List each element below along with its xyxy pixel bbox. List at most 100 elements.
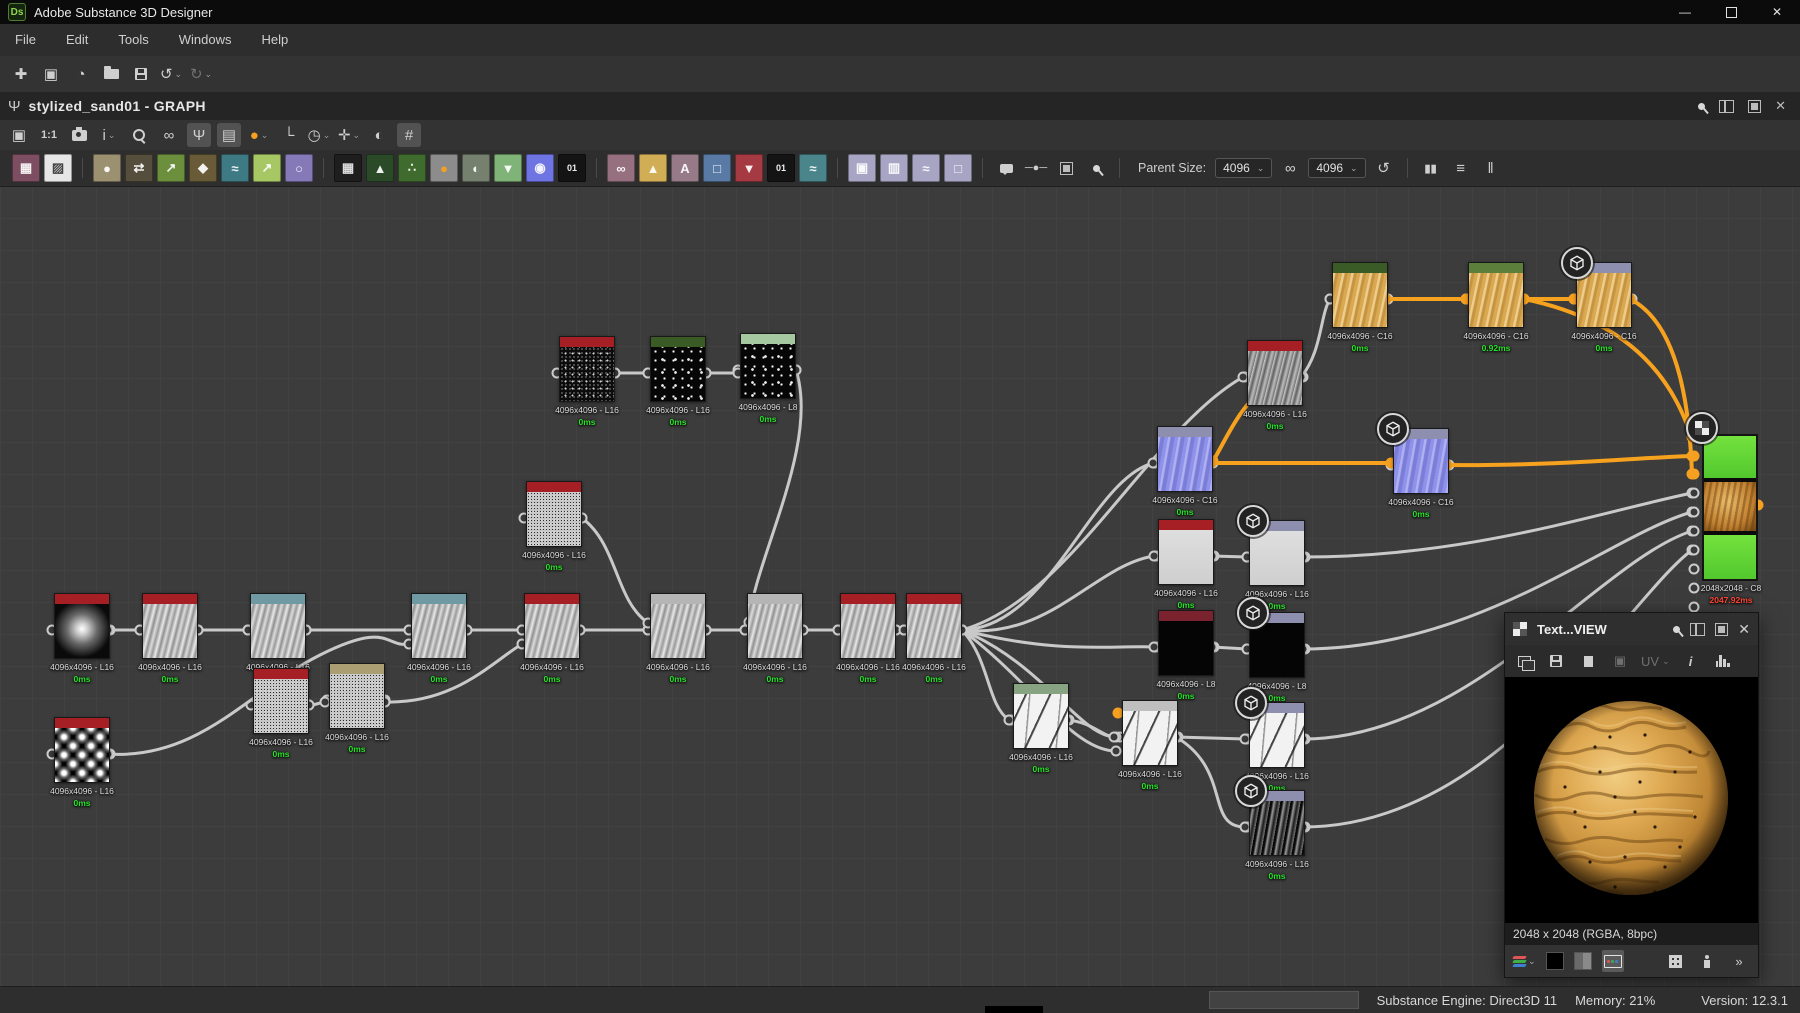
link-creation-icon[interactable]: ∞ [157, 123, 181, 147]
screenshot-icon[interactable] [67, 123, 91, 147]
graph-node[interactable]: 4096x4096 - L160ms [522, 481, 586, 572]
shape-node-tile[interactable]: ○ [285, 154, 313, 182]
save-image-button[interactable] [1545, 650, 1567, 672]
graph-node[interactable]: 4096x4096 - L160ms [50, 717, 114, 808]
copy-image-button[interactable] [1577, 650, 1599, 672]
view-in-3d-badge[interactable] [1235, 687, 1267, 719]
channel-select-button[interactable]: ⌄ [1512, 950, 1536, 972]
graph-node[interactable]: 4096x4096 - C16 0.92ms [1463, 262, 1529, 353]
open-icon[interactable] [99, 62, 123, 86]
graph-node[interactable]: 4096x4096 - L160ms [407, 593, 471, 684]
graph-node[interactable]: 4096x4096 - C16 0ms [1327, 262, 1393, 353]
graph-node[interactable]: 4096x4096 - L160ms [246, 593, 310, 684]
gradient-node-tile[interactable]: ▲ [366, 154, 394, 182]
link-size-icon[interactable]: ∞ [1278, 156, 1302, 180]
graph-node[interactable]: 4096x4096 - L160ms [743, 593, 807, 684]
fx-map-tile[interactable]: ≈ [799, 154, 827, 182]
pixel-processor-tile[interactable]: ▣ [848, 154, 876, 182]
focus-panel-icon[interactable] [1748, 99, 1762, 113]
snap-align-icon[interactable]: ‖ [1479, 156, 1503, 180]
snap-grid-icon[interactable]: # [397, 123, 421, 147]
normal-node-tile[interactable]: ◐ [462, 154, 490, 182]
graph-node[interactable]: 4096x4096 - L8 0ms [1156, 610, 1216, 701]
fit-view-icon[interactable]: ▣ [7, 123, 31, 147]
duplicate-view-button[interactable] [1513, 650, 1535, 672]
value-processor-tile[interactable]: 01 [767, 154, 795, 182]
align-horizontal-icon[interactable]: ▮▮ [1419, 156, 1443, 180]
save-icon[interactable] [129, 62, 153, 86]
new-function-icon[interactable]: ◔ [69, 62, 93, 86]
graph-node[interactable]: 4096x4096 - C16 0ms [1152, 426, 1218, 517]
graph-node[interactable]: 4096x4096 - L160ms [138, 593, 202, 684]
graph-node[interactable]: 4096x4096 - L160ms [1154, 519, 1218, 610]
new-substance-icon[interactable]: ✚ [9, 62, 33, 86]
zoom-1-1-icon[interactable]: 1:1 [37, 123, 61, 147]
reload-image-button[interactable]: ▣ [1609, 650, 1631, 672]
curve-view-tile[interactable]: ▥ [880, 154, 908, 182]
menu-help[interactable]: Help [246, 24, 303, 56]
exposure-icon[interactable]: ◐ [367, 123, 391, 147]
frame-icon[interactable] [1054, 156, 1078, 180]
histogram-scan-tile[interactable]: ≈ [912, 154, 940, 182]
view-in-3d-badge[interactable] [1561, 247, 1593, 279]
node-info-icon[interactable]: i ⌄ [97, 123, 121, 147]
pin-panel-icon[interactable] [1696, 101, 1707, 111]
search-icon[interactable] [127, 123, 151, 147]
funnel-node-tile[interactable]: ▼ [494, 154, 522, 182]
material-output-badge[interactable] [1686, 412, 1718, 444]
background-black-swatch[interactable] [1545, 952, 1564, 970]
new-graph-icon[interactable]: ▣ [39, 62, 63, 86]
view-in-3d-badge[interactable] [1237, 597, 1269, 629]
parent-size-height-dropdown[interactable]: 4096 ⌄ [1308, 158, 1366, 178]
text-node-tile[interactable]: A [671, 154, 699, 182]
physical-size-button[interactable] [1696, 950, 1718, 972]
splatter-node-tile[interactable]: ∴ [398, 154, 426, 182]
parent-size-width-dropdown[interactable]: 4096 ⌄ [1215, 158, 1273, 178]
2d-view-titlebar[interactable]: Text...VIEW ✕ [1505, 613, 1758, 645]
close-tab-icon[interactable]: ✕ [1775, 98, 1786, 114]
float-panel-icon[interactable] [1719, 99, 1735, 113]
maximize-2dview-icon[interactable] [1715, 622, 1729, 636]
menu-edit[interactable]: Edit [51, 24, 103, 56]
graph-tab-title[interactable]: stylized_sand01 - GRAPH [29, 98, 206, 114]
graph-node[interactable]: 4096x4096 - L160ms [1243, 340, 1307, 431]
transform-node-tile[interactable]: ↗ [253, 154, 281, 182]
curve-node-tile[interactable]: ↗ [157, 154, 185, 182]
view-in-3d-badge[interactable] [1235, 775, 1267, 807]
tiling-button[interactable] [1664, 950, 1686, 972]
graph-node[interactable]: 4096x4096 - L160ms [249, 668, 313, 759]
graph-node[interactable]: 4096x4096 - L160ms [646, 336, 710, 427]
channel-shuffle-tile[interactable]: ⇄ [125, 154, 153, 182]
svg-node-tile[interactable]: ▨ [44, 154, 72, 182]
overflow-button[interactable]: » [1728, 950, 1750, 972]
timings-icon[interactable]: ◷ ⌄ [307, 123, 331, 147]
wire-style-icon[interactable]: ● ⌄ [247, 123, 271, 147]
maximize-button[interactable] [1708, 0, 1754, 24]
reset-size-icon[interactable]: ↺ [1372, 156, 1396, 180]
flood-fill-tile[interactable]: ▼ [735, 154, 763, 182]
graph-node[interactable]: 4096x4096 - L160ms [902, 593, 966, 684]
align-vertical-icon[interactable]: ≡ [1449, 156, 1473, 180]
grayscale-conversion-tile[interactable]: 01 [558, 154, 586, 182]
graph-node[interactable]: 4096x4096 - L160ms [520, 593, 584, 684]
mirror-node-tile[interactable]: ▲ [639, 154, 667, 182]
close-button[interactable]: ✕ [1754, 0, 1800, 24]
graph-node[interactable]: 4096x4096 - L160ms [1118, 700, 1182, 791]
menu-tools[interactable]: Tools [103, 24, 163, 56]
view-in-3d-badge[interactable] [1377, 413, 1409, 445]
histogram-button[interactable] [1712, 650, 1734, 672]
minimize-button[interactable]: — [1662, 0, 1708, 24]
uv-mode-dropdown[interactable]: UV ⌄ [1641, 650, 1670, 672]
close-2dview-icon[interactable]: ✕ [1738, 621, 1750, 638]
graph-node[interactable]: 4096x4096 - L160ms [325, 663, 389, 754]
menu-windows[interactable]: Windows [164, 24, 247, 56]
pin-2dview-icon[interactable] [1671, 624, 1682, 634]
redo-icon[interactable]: ↻ ⌄ [189, 62, 213, 86]
comment-icon[interactable] [994, 156, 1018, 180]
information-button[interactable]: i [1680, 650, 1702, 672]
dock-2dview-icon[interactable] [1690, 622, 1706, 636]
display-color-button[interactable] [1601, 950, 1624, 972]
elbow-wire-icon[interactable]: └ [277, 123, 301, 147]
graph-node[interactable]: 4096x4096 - L160ms [1009, 683, 1073, 774]
bitmap-node-tile[interactable]: ▦ [12, 154, 40, 182]
